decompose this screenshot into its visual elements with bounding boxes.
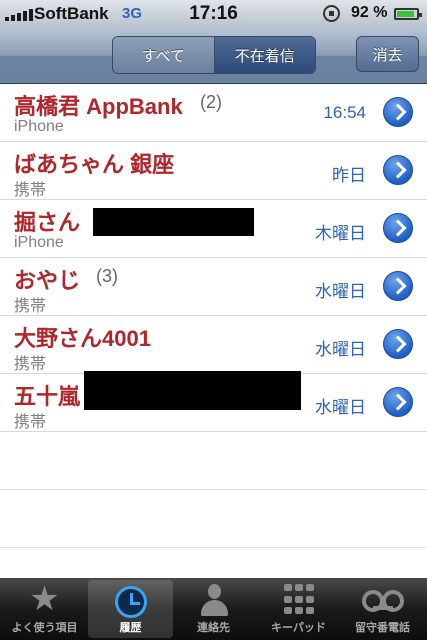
phone-type: iPhone (14, 234, 64, 251)
navigation-bar: すべて 不在着信 消去 (0, 28, 427, 84)
tab-keypad[interactable]: キーパッド (256, 578, 341, 640)
tab-label: 履歴 (119, 621, 142, 634)
caller-name: 大野さん4001 (14, 326, 151, 351)
detail-disclosure-icon[interactable] (383, 271, 413, 301)
battery-percent: 92 % (351, 4, 388, 21)
tab-label: キーパッド (271, 621, 326, 634)
call-count: (3) (96, 266, 118, 286)
caller-name: 掘さん (14, 210, 81, 235)
tab-contacts[interactable]: 連絡先 (171, 578, 256, 640)
recents-list: 高橋君 AppBank (2) iPhone 16:54 ばあちゃん 銀座 携帯… (0, 84, 427, 548)
redaction-block (93, 208, 254, 236)
star-icon: ★ (29, 579, 60, 619)
rotation-lock-icon (323, 5, 340, 22)
call-time: 木曜日 (315, 224, 366, 243)
phone-type: 携帯 (14, 414, 47, 431)
filter-segmented-control[interactable]: すべて 不在着信 (112, 36, 316, 74)
call-time: 水曜日 (315, 398, 366, 417)
call-row[interactable]: 大野さん4001 携帯 水曜日 (0, 316, 427, 374)
phone-type: iPhone (14, 118, 64, 135)
caller-name: 五十嵐 (14, 384, 81, 409)
phone-type: 携帯 (14, 356, 47, 373)
empty-row (0, 432, 427, 490)
caller-name: おやじ (14, 268, 81, 293)
detail-disclosure-icon[interactable] (383, 97, 413, 127)
status-bar: SoftBank 3G 17:16 92 % (0, 0, 427, 28)
contacts-icon (199, 584, 229, 618)
call-time: 水曜日 (315, 282, 366, 301)
tab-bar: ★ よく使う項目 履歴 連絡先 キーパッド 留守番電話 (0, 578, 427, 640)
clock-icon (114, 586, 147, 618)
detail-disclosure-icon[interactable] (383, 387, 413, 417)
call-time: 水曜日 (315, 340, 366, 359)
redaction-block (84, 371, 301, 410)
call-time: 昨日 (332, 166, 366, 185)
segment-all[interactable]: すべて (113, 37, 215, 73)
phone-type: 携帯 (14, 182, 47, 199)
segment-missed[interactable]: 不在着信 (214, 37, 315, 73)
call-row[interactable]: 五十嵐 携帯 水曜日 (0, 371, 427, 432)
detail-disclosure-icon[interactable] (383, 213, 413, 243)
keypad-icon (283, 584, 314, 616)
caller-name: ばあちゃん 銀座 (14, 152, 175, 177)
call-count: (2) (200, 92, 222, 112)
call-row[interactable]: 掘さん iPhone 木曜日 (0, 200, 427, 258)
tab-favorites[interactable]: ★ よく使う項目 (2, 578, 87, 640)
clear-button[interactable]: 消去 (356, 36, 419, 72)
call-row[interactable]: おやじ (3) 携帯 水曜日 (0, 258, 427, 316)
tab-recents[interactable]: 履歴 (88, 580, 173, 638)
detail-disclosure-icon[interactable] (383, 155, 413, 185)
empty-row (0, 490, 427, 548)
tab-label: 連絡先 (197, 621, 230, 634)
detail-disclosure-icon[interactable] (383, 329, 413, 359)
phone-type: 携帯 (14, 298, 47, 315)
tab-label: 留守番電話 (355, 621, 410, 634)
call-time: 16:54 (323, 103, 366, 122)
call-row[interactable]: 高橋君 AppBank (2) iPhone 16:54 (0, 84, 427, 142)
call-row[interactable]: ばあちゃん 銀座 携帯 昨日 (0, 142, 427, 200)
battery-icon (394, 8, 422, 20)
tab-label: よく使う項目 (11, 621, 78, 634)
tab-voicemail[interactable]: 留守番電話 (340, 578, 425, 640)
voicemail-icon (361, 590, 404, 612)
caller-name: 高橋君 AppBank (14, 94, 183, 119)
